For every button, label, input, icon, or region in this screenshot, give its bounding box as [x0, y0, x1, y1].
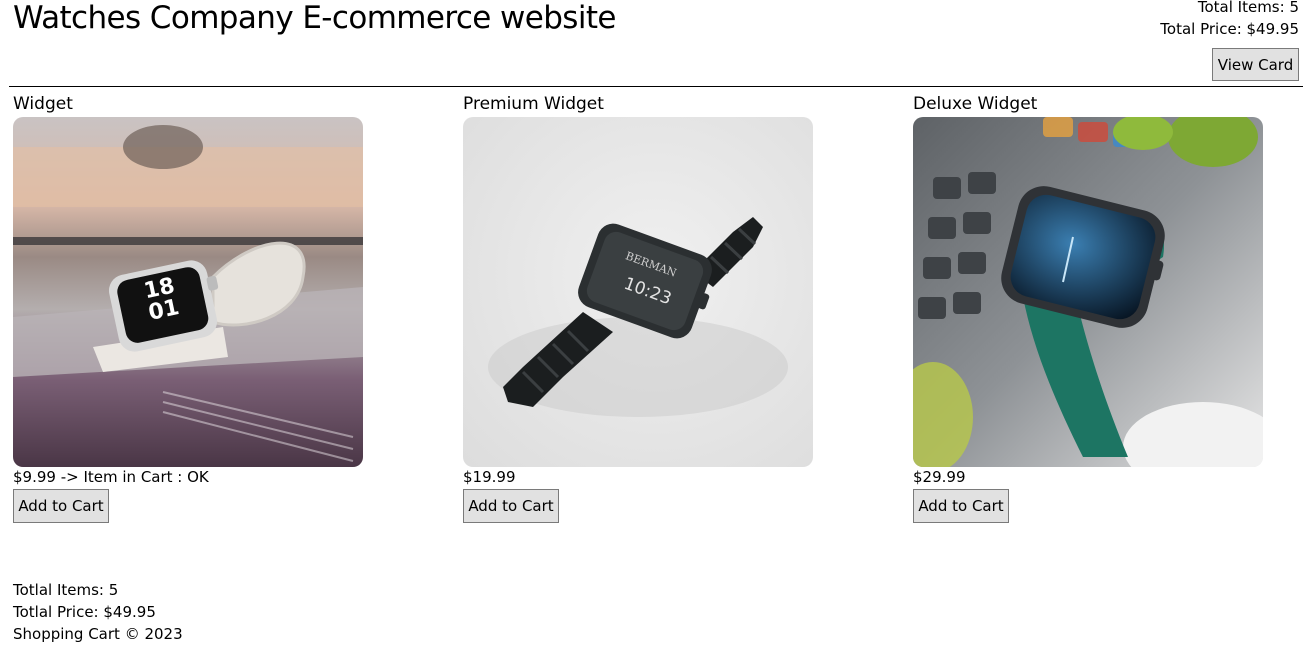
cart-total-price: Total Price: $49.95 — [1160, 20, 1299, 38]
product-price: $19.99 — [463, 468, 516, 486]
add-to-cart-button[interactable]: Add to Cart — [463, 489, 559, 523]
cart-total-items: Total Items: 5 — [1197, 0, 1299, 16]
product-card-deluxe-widget: Deluxe Widget $29.99 Add to Cart — [913, 92, 1263, 523]
product-name: Premium Widget — [463, 94, 604, 114]
product-price: $29.99 — [913, 468, 966, 486]
product-image-black-smartwatch: BERMAN 10:23 — [463, 117, 813, 467]
site-title: Watches Company E-commerce website — [13, 0, 617, 36]
footer: Totlal Items: 5 Totlal Price: $49.95 Sho… — [13, 579, 183, 645]
product-card-premium-widget: Premium Widget BERMAN 10:23 $19.99 Add t… — [463, 92, 813, 523]
footer-total-price: Totlal Price: $49.95 — [13, 603, 156, 621]
header-divider — [9, 86, 1303, 87]
product-image-white-smartwatch: 18 01 — [13, 117, 363, 467]
add-to-cart-button[interactable]: Add to Cart — [13, 489, 109, 523]
product-image-green-smartwatch — [913, 117, 1263, 467]
cart-summary: Total Items: 5 Total Price: $49.95 — [1160, 0, 1299, 40]
product-card-widget: Widget 18 01 $9.99 -> Item in Cart: OK … — [13, 92, 363, 523]
product-price: $9.99 -> Item in Cart : OK — [13, 468, 209, 486]
footer-copyright: Shopping Cart © 2023 — [13, 625, 183, 643]
product-name: Deluxe Widget — [913, 94, 1038, 114]
page: Watches Company E-commerce website Total… — [0, 0, 1316, 648]
footer-total-items: Totlal Items: 5 — [13, 581, 119, 599]
product-name: Widget — [13, 94, 73, 114]
add-to-cart-button[interactable]: Add to Cart — [913, 489, 1009, 523]
view-card-button[interactable]: View Card — [1212, 48, 1299, 81]
